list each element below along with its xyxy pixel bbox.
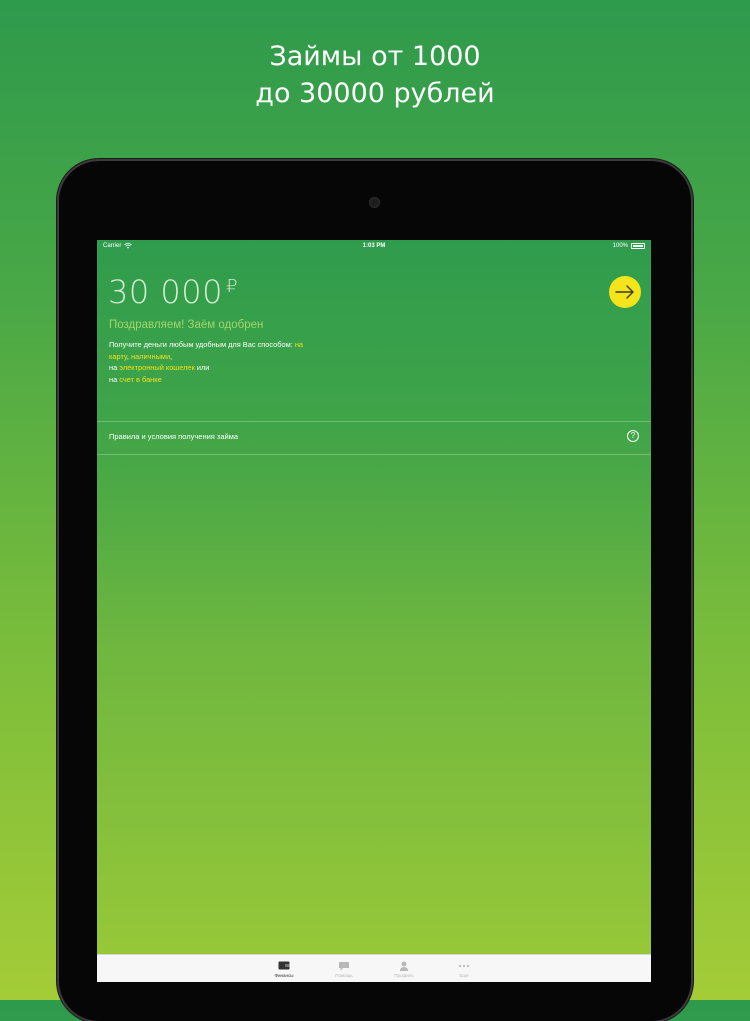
payout-info: Получите деньги любым удобным для Вас сп… (109, 339, 309, 385)
promo-line-1: Займы от 1000 (269, 41, 481, 72)
tab-bar: Финансы Помощь Профиль Ещё (97, 954, 651, 982)
currency-symbol: ₽ (225, 276, 238, 297)
arrow-right-icon (615, 285, 634, 299)
info-or: или (196, 363, 210, 372)
status-right: 100% (613, 240, 645, 252)
wallet-icon (278, 961, 290, 971)
divider-bottom (97, 454, 651, 455)
rules-label: Правила и условия получения займа (109, 432, 239, 441)
rules-row[interactable]: Правила и условия получения займа ? (97, 422, 651, 454)
info-sep-2: , (170, 351, 173, 361)
tab-finance[interactable]: Финансы (254, 955, 314, 982)
promo-headline: Займы от 1000 до 30000 рублей (0, 38, 750, 112)
next-button[interactable] (609, 276, 641, 308)
more-icon (458, 961, 470, 971)
status-time: 1:03 PM (362, 243, 386, 249)
camera-icon (369, 197, 380, 208)
tab-profile[interactable]: Профиль (374, 955, 434, 982)
person-icon (398, 961, 410, 971)
chat-icon (338, 961, 350, 971)
tab-help[interactable]: Помощь (314, 955, 374, 982)
info-prefix: Получите деньги любым удобным для Вас сп… (109, 340, 293, 349)
app-screen: Carrier 1:03 PM 100% 30 000 ₽ Поздравляем… (97, 240, 651, 982)
tab-finance-label: Финансы (274, 972, 294, 978)
link-ewallet[interactable]: электронный кошелек (119, 363, 195, 372)
loan-amount: 30 000 ₽ (108, 273, 238, 311)
battery-percent: 100% (612, 243, 628, 249)
link-cash[interactable]: наличными (131, 352, 170, 361)
tab-profile-label: Профиль (394, 972, 414, 978)
help-icon[interactable]: ? (627, 430, 639, 442)
loan-amount-value: 30 000 (108, 273, 223, 311)
tab-more-label: Ещё (459, 972, 469, 978)
status-bar: Carrier 1:03 PM 100% (97, 240, 651, 252)
battery-icon (631, 243, 645, 249)
link-bank[interactable]: счет в банке (119, 375, 161, 384)
info-na: на (109, 363, 118, 372)
info-na-2: на (109, 374, 118, 384)
tab-help-label: Помощь (335, 972, 353, 978)
info-sep-1: , (126, 351, 129, 361)
promo-line-2: до 30000 рублей (255, 78, 495, 109)
approval-message: Поздравляем! Заём одобрен (109, 319, 264, 331)
tab-more[interactable]: Ещё (434, 955, 494, 982)
